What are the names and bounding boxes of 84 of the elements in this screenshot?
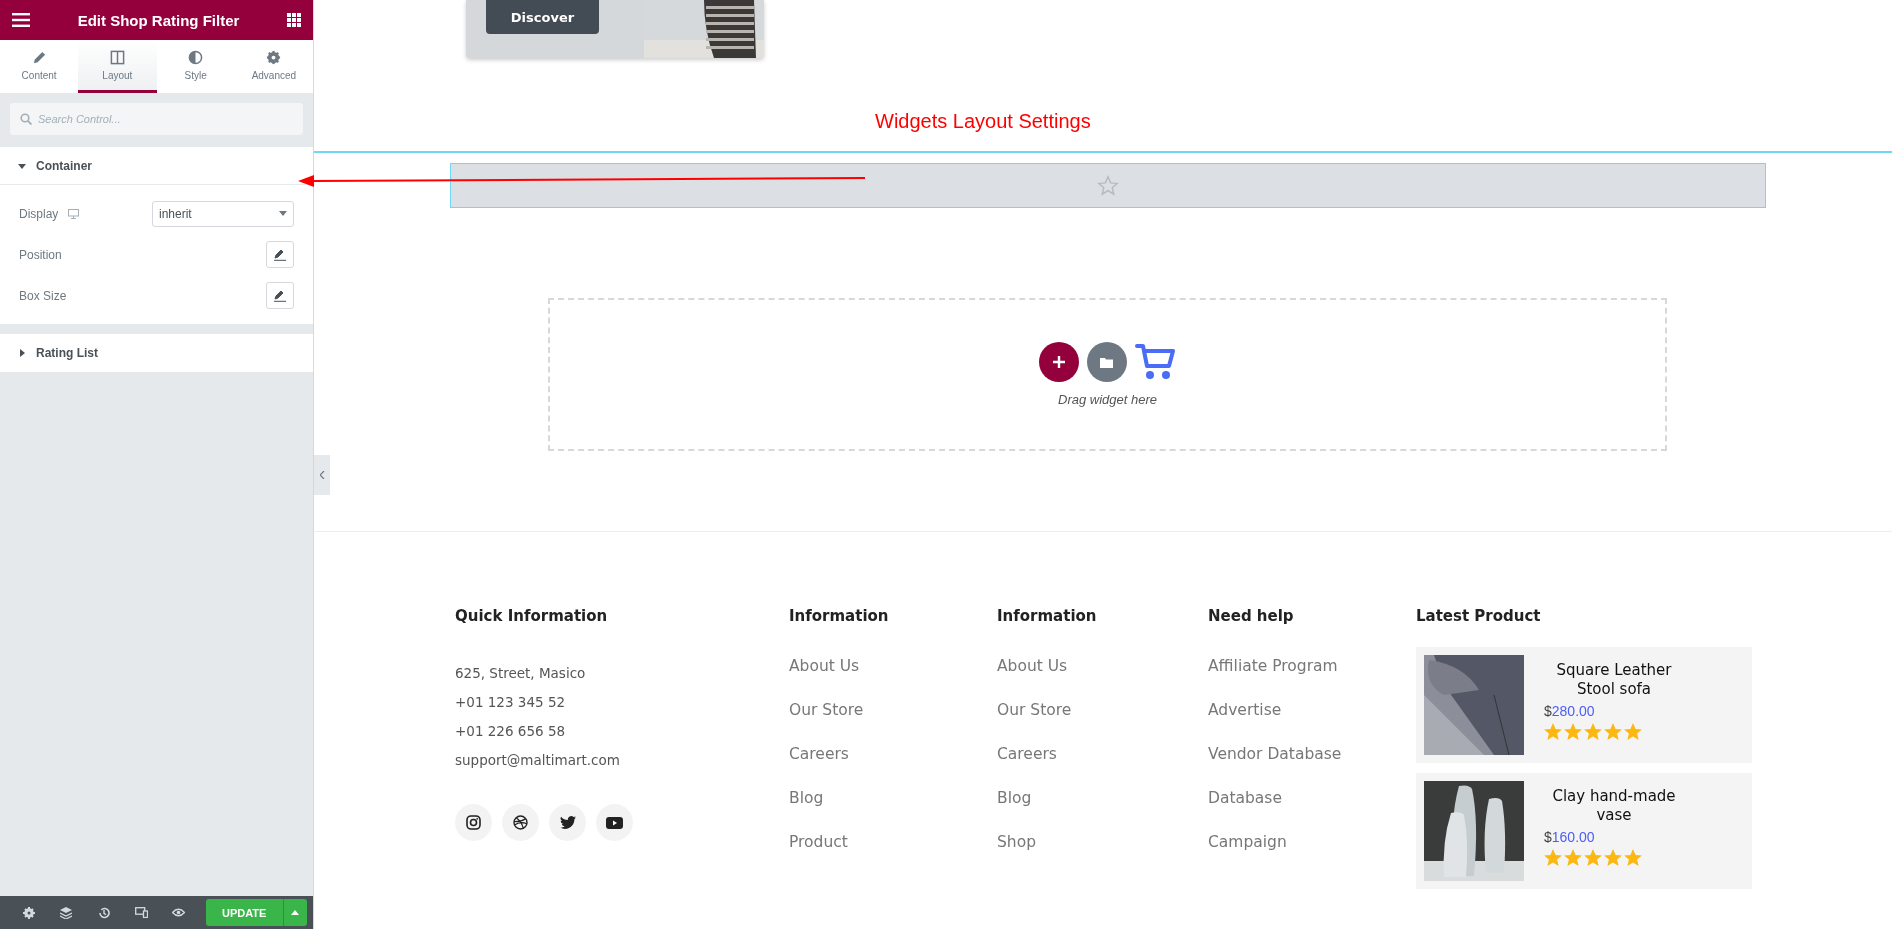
folder-icon	[1100, 356, 1113, 368]
control-label: Box Size	[19, 288, 67, 303]
gear-icon	[266, 49, 282, 65]
drop-hint: Drag widget here	[1058, 392, 1157, 407]
product-card[interactable]: Square Leather Stool sofa $280.00	[1416, 647, 1752, 763]
cart-icon[interactable]	[1134, 343, 1177, 381]
footer-link[interactable]: Campaign	[1208, 833, 1416, 853]
footer-link[interactable]: Blog	[789, 789, 997, 809]
contact-line: support@maltimart.com	[455, 752, 621, 770]
footer-link[interactable]: About Us	[789, 657, 997, 677]
product-name: Square Leather Stool sofa	[1555, 660, 1673, 699]
menu-icon[interactable]	[12, 13, 30, 27]
footer-link[interactable]: Careers	[997, 745, 1208, 765]
contact-line: +01 123 345 52	[455, 694, 567, 712]
star-icon	[1564, 849, 1582, 867]
edit-button[interactable]	[266, 282, 294, 309]
footer-link[interactable]: Our Store	[997, 701, 1208, 721]
annotation-label: Widgets Layout Settings	[875, 110, 1091, 133]
footer-link[interactable]: Careers	[789, 745, 997, 765]
update-button[interactable]: UPDATE	[205, 899, 283, 926]
devices-icon[interactable]	[134, 907, 148, 918]
star-icon	[1624, 849, 1642, 867]
pencil-icon	[31, 49, 47, 65]
layers-icon[interactable]	[60, 906, 73, 919]
eye-icon[interactable]	[172, 908, 186, 917]
footer-link[interactable]: Shop	[997, 833, 1208, 853]
history-icon[interactable]	[97, 906, 110, 919]
youtube-icon[interactable]	[596, 804, 633, 841]
footer-link[interactable]: Our Store	[789, 701, 997, 721]
star-icon	[1584, 723, 1602, 741]
twitter-icon[interactable]	[549, 804, 586, 841]
grid-icon[interactable]	[287, 13, 301, 27]
star-icon	[1604, 849, 1622, 867]
product-card[interactable]: Clay hand-made vase $160.00	[1416, 773, 1752, 889]
star-icon	[1564, 723, 1582, 741]
footer-link[interactable]: Blog	[997, 789, 1208, 809]
search-field[interactable]: Search Control...	[10, 103, 303, 135]
add-button[interactable]	[1038, 342, 1079, 382]
star-icon	[1544, 849, 1562, 867]
contact-line: +01 226 656 58	[455, 723, 567, 741]
discover-button[interactable]: Discover	[486, 0, 599, 34]
contrast-icon	[188, 49, 204, 65]
caret-icon	[279, 211, 287, 216]
columns-icon	[109, 49, 125, 65]
control-label: Position	[19, 247, 62, 262]
edit-button[interactable]	[266, 241, 294, 268]
control-label: Display	[19, 206, 59, 221]
footer-heading: Quick Information	[455, 607, 609, 627]
panel-title: Edit Shop Rating Filter	[76, 11, 241, 29]
footer-heading: Information	[997, 607, 1098, 627]
footer-link[interactable]: Vendor Database	[1208, 745, 1416, 765]
footer-link[interactable]: Database	[1208, 789, 1416, 809]
contact-line: 625, Street, Masico	[455, 665, 587, 683]
plus-icon	[1052, 356, 1065, 368]
search-icon	[20, 113, 32, 125]
caret-icon	[291, 910, 300, 915]
desktop-icon	[68, 208, 80, 219]
footer-link[interactable]: About Us	[997, 657, 1208, 677]
settings-icon[interactable]	[22, 906, 35, 919]
footer-heading: Latest Product	[1416, 607, 1542, 627]
footer-heading: Information	[789, 607, 890, 627]
pencil-icon	[274, 248, 286, 261]
pencil-icon	[274, 289, 286, 302]
collapse-handle[interactable]	[314, 455, 330, 495]
footer-link[interactable]: Affiliate Program	[1208, 657, 1416, 677]
star-icon	[1097, 174, 1119, 197]
update-menu-button[interactable]	[282, 899, 307, 926]
template-button[interactable]	[1086, 342, 1127, 382]
caret-icon	[18, 161, 26, 170]
footer-link[interactable]: Product	[789, 833, 997, 853]
product-price: $280.00	[1544, 703, 1596, 719]
footer-heading: Need help	[1208, 607, 1295, 627]
product-price: $160.00	[1544, 829, 1596, 845]
product-name: Clay hand-made vase	[1551, 786, 1677, 825]
star-icon	[1604, 723, 1622, 741]
star-icon	[1584, 849, 1602, 867]
star-icon	[1624, 723, 1642, 741]
display-select[interactable]: inherit	[152, 200, 294, 227]
caret-icon	[18, 349, 26, 357]
drop-zone[interactable]: Drag widget here	[548, 298, 1667, 451]
dribbble-icon[interactable]	[502, 804, 539, 841]
footer-link[interactable]: Advertise	[1208, 701, 1416, 721]
star-icon	[1544, 723, 1562, 741]
instagram-icon[interactable]	[455, 804, 492, 841]
